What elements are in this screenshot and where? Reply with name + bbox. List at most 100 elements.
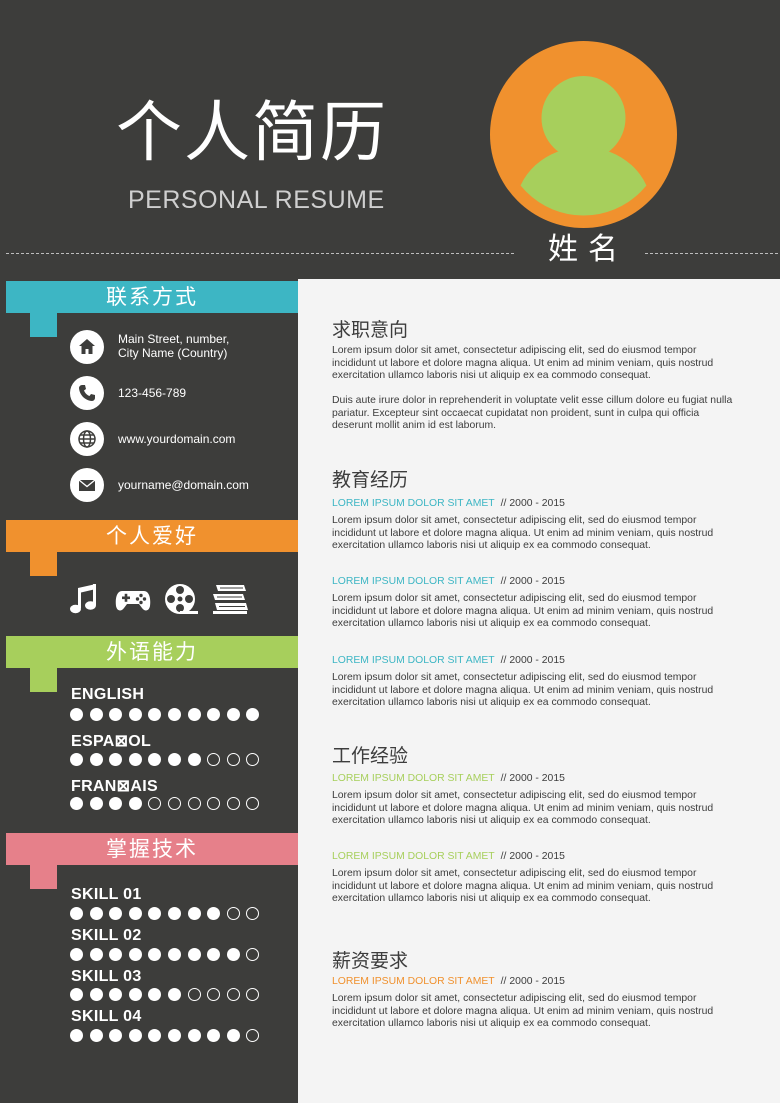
entry-years: 2000 - 2015 xyxy=(509,655,565,666)
rating-dot-filled xyxy=(187,708,201,721)
rating-dot-filled xyxy=(168,907,181,920)
entry-years: 2000 - 2015 xyxy=(509,773,565,784)
rating-dot-filled xyxy=(148,708,162,721)
phone-icon xyxy=(70,376,104,410)
contact-section-bar: 联系方式 xyxy=(6,281,298,337)
work-entry-heading: LOREM IPSUM DOLOR SIT AMET //2000 - 2015 xyxy=(332,773,565,784)
entry-separator: // xyxy=(500,498,507,509)
work-entry-text: Lorem ipsum dolor sit amet, consectetur … xyxy=(332,790,714,827)
home-icon xyxy=(70,330,104,364)
entry-title: LOREM IPSUM DOLOR SIT AMET xyxy=(332,498,495,509)
skill-name: SKILL 03 xyxy=(71,968,142,985)
phone-number: 123-456-789 xyxy=(118,386,187,400)
language-name: ESPA⊠OL xyxy=(71,733,152,750)
rating-dot-filled xyxy=(109,797,123,810)
avatar xyxy=(490,41,677,228)
rating-dot-empty xyxy=(246,948,260,961)
entry-separator: // xyxy=(500,851,507,862)
rating-dot-filled xyxy=(70,948,83,961)
rating-dot-filled xyxy=(207,1029,221,1042)
languages-bar-tab xyxy=(30,668,57,692)
skills-section-bar: 掌握技术 xyxy=(6,833,298,889)
rating-dot-filled xyxy=(207,948,221,961)
education-entry-heading: LOREM IPSUM DOLOR SIT AMET //2000 - 2015 xyxy=(332,576,565,587)
rating-dot-filled xyxy=(168,988,181,1001)
rating-dot-filled xyxy=(148,1029,162,1042)
entry-separator: // xyxy=(500,655,507,666)
rating-dot-filled xyxy=(128,948,142,961)
rating-dot-filled xyxy=(148,907,162,920)
rating-dot-filled xyxy=(70,797,83,810)
language-name: FRAN⊠AIS xyxy=(71,778,158,795)
rating-dot-filled xyxy=(128,988,142,1001)
resume-title-en: PERSONAL RESUME xyxy=(128,186,385,214)
skill-name: SKILL 02 xyxy=(71,927,142,944)
rating-dot-filled xyxy=(226,1029,240,1042)
objective-paragraph: Duis aute irure dolor in reprehenderit i… xyxy=(332,395,733,432)
rating-dot-filled xyxy=(168,708,181,721)
entry-separator: // xyxy=(500,576,507,587)
languages-section-bar: 外语能力 xyxy=(6,636,298,692)
rating-dot-filled xyxy=(187,753,201,766)
rating-dot-filled xyxy=(109,988,123,1001)
rating-dot-empty xyxy=(226,797,240,810)
rating-dot-filled xyxy=(109,708,123,721)
entry-separator: // xyxy=(500,773,507,784)
rating-dot-empty xyxy=(226,988,240,1001)
salary-section-title: 薪资要求 xyxy=(332,950,409,972)
rating-dot-filled xyxy=(89,797,103,810)
rating-dot-empty xyxy=(226,907,240,920)
rating-dot-empty xyxy=(187,797,201,810)
objective-paragraph: Lorem ipsum dolor sit amet, consectetur … xyxy=(332,345,714,382)
rating-dot-filled xyxy=(109,1029,123,1042)
rating-dot-filled xyxy=(148,948,162,961)
rating-dot-empty xyxy=(207,797,221,810)
contact-bar-tab xyxy=(30,313,57,337)
rating-dot-empty xyxy=(246,753,260,766)
rating-dot-empty xyxy=(246,988,260,1001)
salary-entry-heading: LOREM IPSUM DOLOR SIT AMET //2000 - 2015 xyxy=(332,976,565,987)
rating-dot-filled xyxy=(128,907,142,920)
work-section-title: 工作经验 xyxy=(332,745,409,767)
rating-dot-filled xyxy=(109,907,123,920)
skill-name: SKILL 01 xyxy=(71,886,142,903)
rating-dot-filled xyxy=(128,708,142,721)
rating-dot-filled xyxy=(70,988,83,1001)
rating-dot-filled xyxy=(70,1029,83,1042)
entry-years: 2000 - 2015 xyxy=(509,576,565,587)
website-url: www.yourdomain.com xyxy=(118,432,236,446)
rating-dot-filled xyxy=(89,988,103,1001)
objective-section-title: 求职意向 xyxy=(332,319,409,341)
rating-dot-filled xyxy=(168,753,181,766)
skills-section-title: 掌握技术 xyxy=(6,833,298,865)
entry-separator: // xyxy=(500,976,507,987)
rating-dot-filled xyxy=(70,907,83,920)
address-line-2: City Name (Country) xyxy=(118,346,228,360)
rating-dot-empty xyxy=(226,753,240,766)
resume-title-cn: 个人简历 xyxy=(116,94,388,171)
rating-dot-filled xyxy=(109,753,123,766)
mail-icon xyxy=(70,468,104,502)
rating-dot-empty xyxy=(187,988,201,1001)
education-section-title: 教育经历 xyxy=(332,469,409,491)
rating-dot-filled xyxy=(207,907,221,920)
language-name: ENGLISH xyxy=(71,686,145,703)
rating-dot-filled xyxy=(207,708,221,721)
entry-title: LOREM IPSUM DOLOR SIT AMET xyxy=(332,655,495,666)
rating-dot-filled xyxy=(70,708,83,721)
entry-years: 2000 - 2015 xyxy=(509,498,565,509)
header-divider-left xyxy=(6,253,514,254)
languages-section-title: 外语能力 xyxy=(6,636,298,668)
hobbies-section-title: 个人爱好 xyxy=(6,520,298,552)
rating-dot-filled xyxy=(148,988,162,1001)
rating-dot-empty xyxy=(207,753,221,766)
skills-bar-tab xyxy=(30,865,57,889)
rating-dot-filled xyxy=(109,948,123,961)
rating-dot-filled xyxy=(246,708,260,721)
hobbies-bar-tab xyxy=(30,552,57,576)
education-entry-text: Lorem ipsum dolor sit amet, consectetur … xyxy=(332,515,714,552)
work-entry-heading: LOREM IPSUM DOLOR SIT AMET //2000 - 2015 xyxy=(332,851,565,862)
entry-title: LOREM IPSUM DOLOR SIT AMET xyxy=(332,976,495,987)
rating-dot-filled xyxy=(168,948,181,961)
film-reel-icon xyxy=(165,584,198,614)
